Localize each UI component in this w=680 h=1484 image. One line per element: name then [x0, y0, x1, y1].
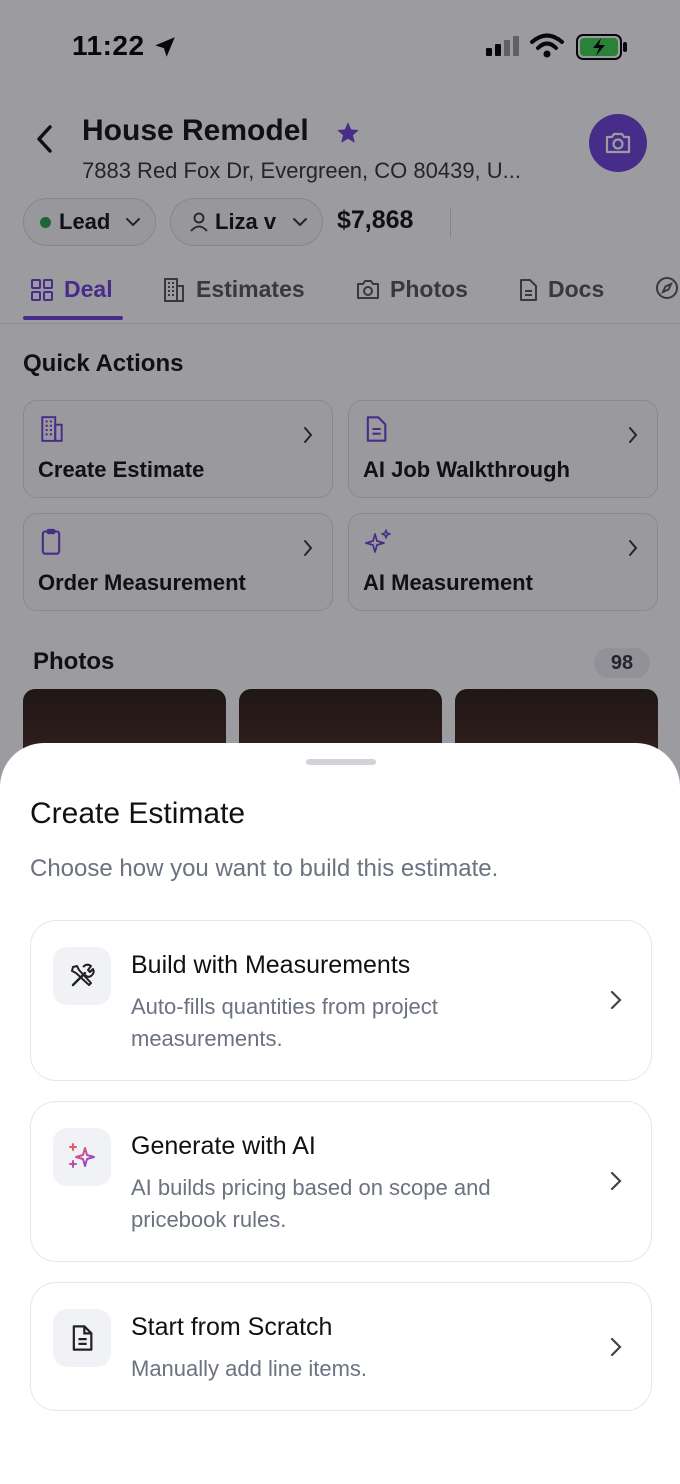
- generate-with-ai-option[interactable]: Generate with AI AI builds pricing based…: [30, 1101, 652, 1262]
- sheet-drag-handle[interactable]: [306, 759, 376, 765]
- tools-icon: [53, 947, 111, 1005]
- create-estimate-sheet: Create Estimate Choose how you want to b…: [0, 743, 680, 1484]
- build-with-measurements-option[interactable]: Build with Measurements Auto-fills quant…: [30, 920, 652, 1081]
- option-title: Start from Scratch: [131, 1313, 333, 1341]
- option-title: Build with Measurements: [131, 951, 411, 979]
- option-description: AI builds pricing based on scope and pri…: [131, 1175, 491, 1232]
- file-icon: [53, 1309, 111, 1367]
- option-description: Auto-fills quantities from project measu…: [131, 994, 438, 1051]
- option-title: Generate with AI: [131, 1132, 316, 1160]
- sheet-subtitle: Choose how you want to build this estima…: [30, 855, 499, 882]
- start-from-scratch-option[interactable]: Start from Scratch Manually add line ite…: [30, 1282, 652, 1411]
- option-description: Manually add line items.: [131, 1356, 368, 1381]
- chevron-right-icon: [610, 1337, 622, 1357]
- sheet-title: Create Estimate: [30, 797, 246, 830]
- screen: 11:22 House Remodel 7883 Red Fox Dr, Eve…: [0, 0, 680, 1484]
- chevron-right-icon: [610, 1171, 622, 1191]
- ai-sparkle-icon: [53, 1128, 111, 1186]
- chevron-right-icon: [610, 990, 622, 1010]
